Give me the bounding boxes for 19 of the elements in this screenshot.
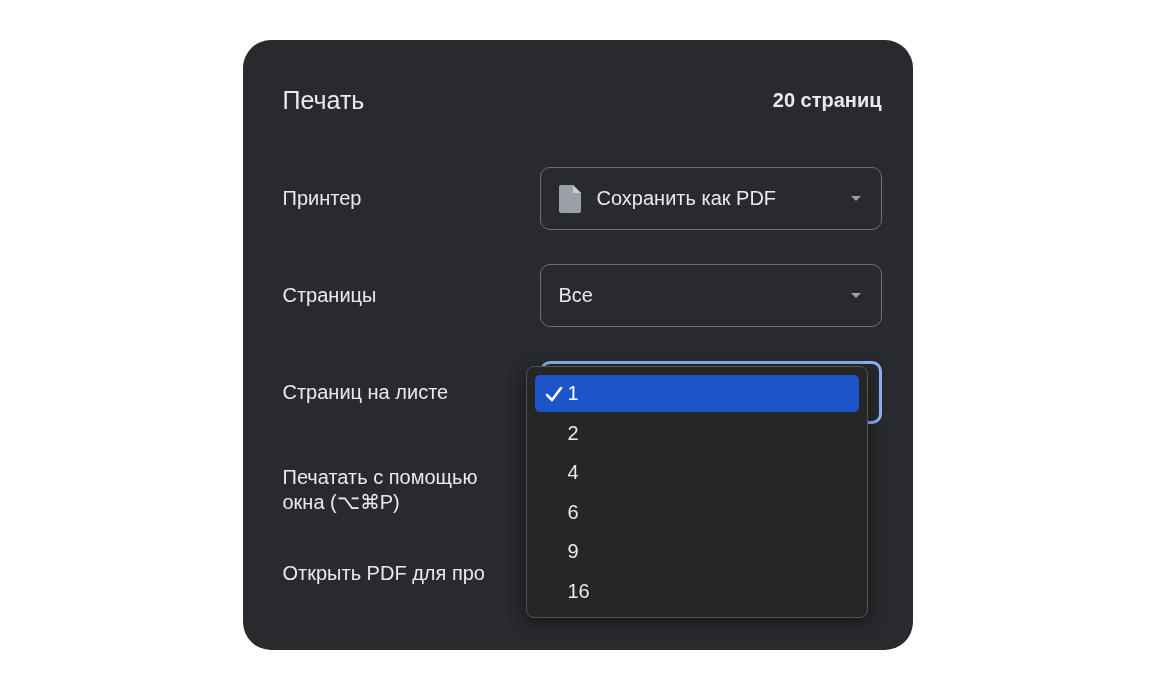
- menu-item[interactable]: 4: [534, 454, 859, 491]
- menu-item[interactable]: 9: [534, 533, 859, 570]
- setting-label: Принтер: [282, 186, 363, 211]
- setting-label: Страниц на листе: [282, 380, 450, 405]
- select-field[interactable]: Сохранить как PDF: [539, 167, 882, 230]
- select-field[interactable]: Все: [539, 264, 882, 327]
- page-count: 20 страниц: [772, 88, 882, 112]
- menu-item[interactable]: 16: [534, 572, 859, 610]
- setting-label: Открыть PDF для про: [282, 560, 486, 586]
- setting-label: Печатать с помощью окна (⌥⌘P): [282, 465, 479, 515]
- menu-item[interactable]: 2: [534, 414, 859, 452]
- dialog-title: Печать: [282, 85, 365, 115]
- menu-item[interactable]: 6: [534, 493, 859, 531]
- caret-icon: [850, 293, 861, 299]
- caret-icon: [850, 196, 861, 202]
- menu-item[interactable]: 1: [534, 375, 859, 412]
- document-icon: [558, 184, 581, 213]
- checkmark-icon: [544, 386, 563, 402]
- setting-label: Страницы: [282, 283, 378, 308]
